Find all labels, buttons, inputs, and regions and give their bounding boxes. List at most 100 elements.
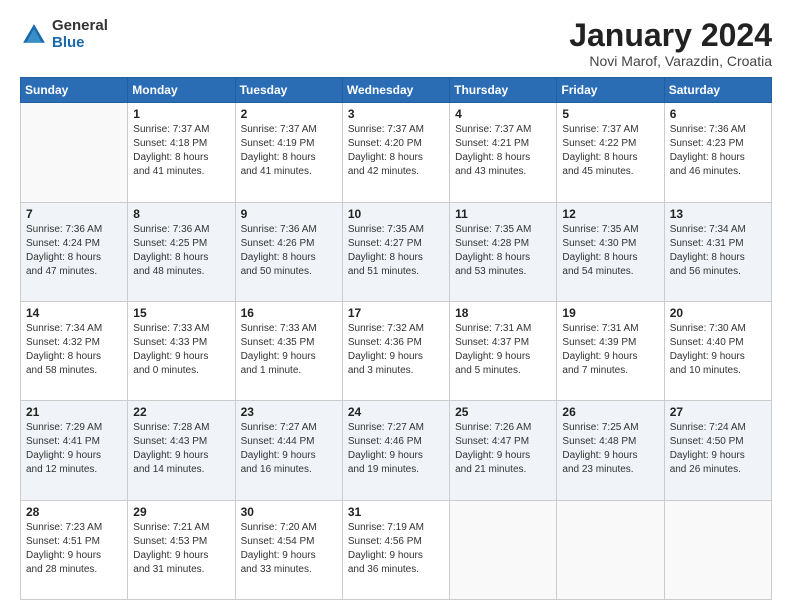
day-info-line: and 21 minutes. [455,463,551,477]
logo-text: General Blue [52,18,108,51]
cell-3-7: 20Sunrise: 7:30 AMSunset: 4:40 PMDayligh… [664,301,771,400]
day-number: 13 [670,207,766,221]
day-info-line: Sunset: 4:46 PM [348,435,444,449]
calendar-subtitle: Novi Marof, Varazdin, Croatia [569,53,772,69]
day-info-line: Sunset: 4:33 PM [133,336,229,350]
day-info-line: Sunset: 4:32 PM [26,336,122,350]
day-info-line: and 7 minutes. [562,364,658,378]
col-tuesday: Tuesday [235,78,342,103]
day-info-line: Sunrise: 7:36 AM [133,223,229,237]
day-info-line: Sunset: 4:19 PM [241,137,337,151]
day-info-line: Sunrise: 7:26 AM [455,421,551,435]
cell-1-7: 6Sunrise: 7:36 AMSunset: 4:23 PMDaylight… [664,103,771,202]
calendar-title: January 2024 [569,18,772,53]
day-info-line: Sunrise: 7:34 AM [670,223,766,237]
week-row-1: 1Sunrise: 7:37 AMSunset: 4:18 PMDaylight… [21,103,772,202]
day-info-line: and 36 minutes. [348,563,444,577]
day-info-line: and 50 minutes. [241,265,337,279]
day-info-line: Daylight: 8 hours [133,151,229,165]
cell-5-2: 29Sunrise: 7:21 AMSunset: 4:53 PMDayligh… [128,500,235,599]
week-row-3: 14Sunrise: 7:34 AMSunset: 4:32 PMDayligh… [21,301,772,400]
day-info-line: and 56 minutes. [670,265,766,279]
day-info-line: Sunrise: 7:37 AM [455,123,551,137]
day-number: 6 [670,107,766,121]
week-row-4: 21Sunrise: 7:29 AMSunset: 4:41 PMDayligh… [21,401,772,500]
day-info-line: Daylight: 9 hours [670,350,766,364]
day-info-line: Sunrise: 7:37 AM [562,123,658,137]
cell-2-6: 12Sunrise: 7:35 AMSunset: 4:30 PMDayligh… [557,202,664,301]
day-number: 2 [241,107,337,121]
day-info-line: and 53 minutes. [455,265,551,279]
cell-4-4: 24Sunrise: 7:27 AMSunset: 4:46 PMDayligh… [342,401,449,500]
day-number: 18 [455,306,551,320]
day-info-line: Sunrise: 7:25 AM [562,421,658,435]
day-info-line: Sunset: 4:48 PM [562,435,658,449]
day-info-line: Daylight: 9 hours [562,350,658,364]
day-number: 23 [241,405,337,419]
day-info-line: Daylight: 9 hours [241,350,337,364]
cell-2-1: 7Sunrise: 7:36 AMSunset: 4:24 PMDaylight… [21,202,128,301]
cell-4-3: 23Sunrise: 7:27 AMSunset: 4:44 PMDayligh… [235,401,342,500]
day-number: 26 [562,405,658,419]
day-info-line: and 12 minutes. [26,463,122,477]
day-info-line: Sunrise: 7:32 AM [348,322,444,336]
day-number: 21 [26,405,122,419]
day-number: 22 [133,405,229,419]
day-info-line: Sunset: 4:20 PM [348,137,444,151]
cell-4-2: 22Sunrise: 7:28 AMSunset: 4:43 PMDayligh… [128,401,235,500]
cell-3-4: 17Sunrise: 7:32 AMSunset: 4:36 PMDayligh… [342,301,449,400]
day-number: 5 [562,107,658,121]
cell-5-4: 31Sunrise: 7:19 AMSunset: 4:56 PMDayligh… [342,500,449,599]
day-info-line: Sunset: 4:44 PM [241,435,337,449]
day-info-line: and 41 minutes. [133,165,229,179]
logo-icon [20,21,48,49]
day-info-line: Daylight: 8 hours [26,350,122,364]
day-info-line: Daylight: 8 hours [455,151,551,165]
day-info-line: Sunset: 4:23 PM [670,137,766,151]
day-info-line: Daylight: 9 hours [241,449,337,463]
day-info-line: Sunrise: 7:35 AM [562,223,658,237]
day-info-line: Daylight: 9 hours [26,449,122,463]
day-number: 7 [26,207,122,221]
day-info-line: Sunset: 4:31 PM [670,237,766,251]
cell-3-3: 16Sunrise: 7:33 AMSunset: 4:35 PMDayligh… [235,301,342,400]
day-info-line: Sunrise: 7:31 AM [455,322,551,336]
day-number: 24 [348,405,444,419]
day-info-line: and 14 minutes. [133,463,229,477]
day-info-line: and 33 minutes. [241,563,337,577]
day-info-line: and 58 minutes. [26,364,122,378]
day-number: 30 [241,505,337,519]
day-info-line: Daylight: 9 hours [562,449,658,463]
day-info-line: Sunset: 4:43 PM [133,435,229,449]
day-info-line: Daylight: 9 hours [455,350,551,364]
day-info-line: Sunset: 4:26 PM [241,237,337,251]
day-number: 17 [348,306,444,320]
day-info-line: Daylight: 9 hours [348,549,444,563]
day-number: 28 [26,505,122,519]
day-info-line: Daylight: 9 hours [455,449,551,463]
day-number: 19 [562,306,658,320]
day-info-line: and 23 minutes. [562,463,658,477]
day-info-line: Sunrise: 7:37 AM [348,123,444,137]
day-info-line: and 1 minute. [241,364,337,378]
cell-3-1: 14Sunrise: 7:34 AMSunset: 4:32 PMDayligh… [21,301,128,400]
col-saturday: Saturday [664,78,771,103]
day-info-line: Daylight: 8 hours [241,151,337,165]
day-info-line: and 46 minutes. [670,165,766,179]
day-info-line: Sunset: 4:24 PM [26,237,122,251]
day-info-line: and 43 minutes. [455,165,551,179]
day-info-line: and 41 minutes. [241,165,337,179]
day-info-line: and 0 minutes. [133,364,229,378]
day-info-line: Sunrise: 7:37 AM [133,123,229,137]
logo: General Blue [20,18,108,51]
day-info-line: and 51 minutes. [348,265,444,279]
day-info-line: Sunrise: 7:34 AM [26,322,122,336]
day-info-line: Sunrise: 7:36 AM [241,223,337,237]
day-info-line: and 16 minutes. [241,463,337,477]
col-friday: Friday [557,78,664,103]
day-info-line: Sunset: 4:21 PM [455,137,551,151]
day-info-line: Sunset: 4:37 PM [455,336,551,350]
day-number: 31 [348,505,444,519]
day-info-line: Sunset: 4:25 PM [133,237,229,251]
day-number: 8 [133,207,229,221]
